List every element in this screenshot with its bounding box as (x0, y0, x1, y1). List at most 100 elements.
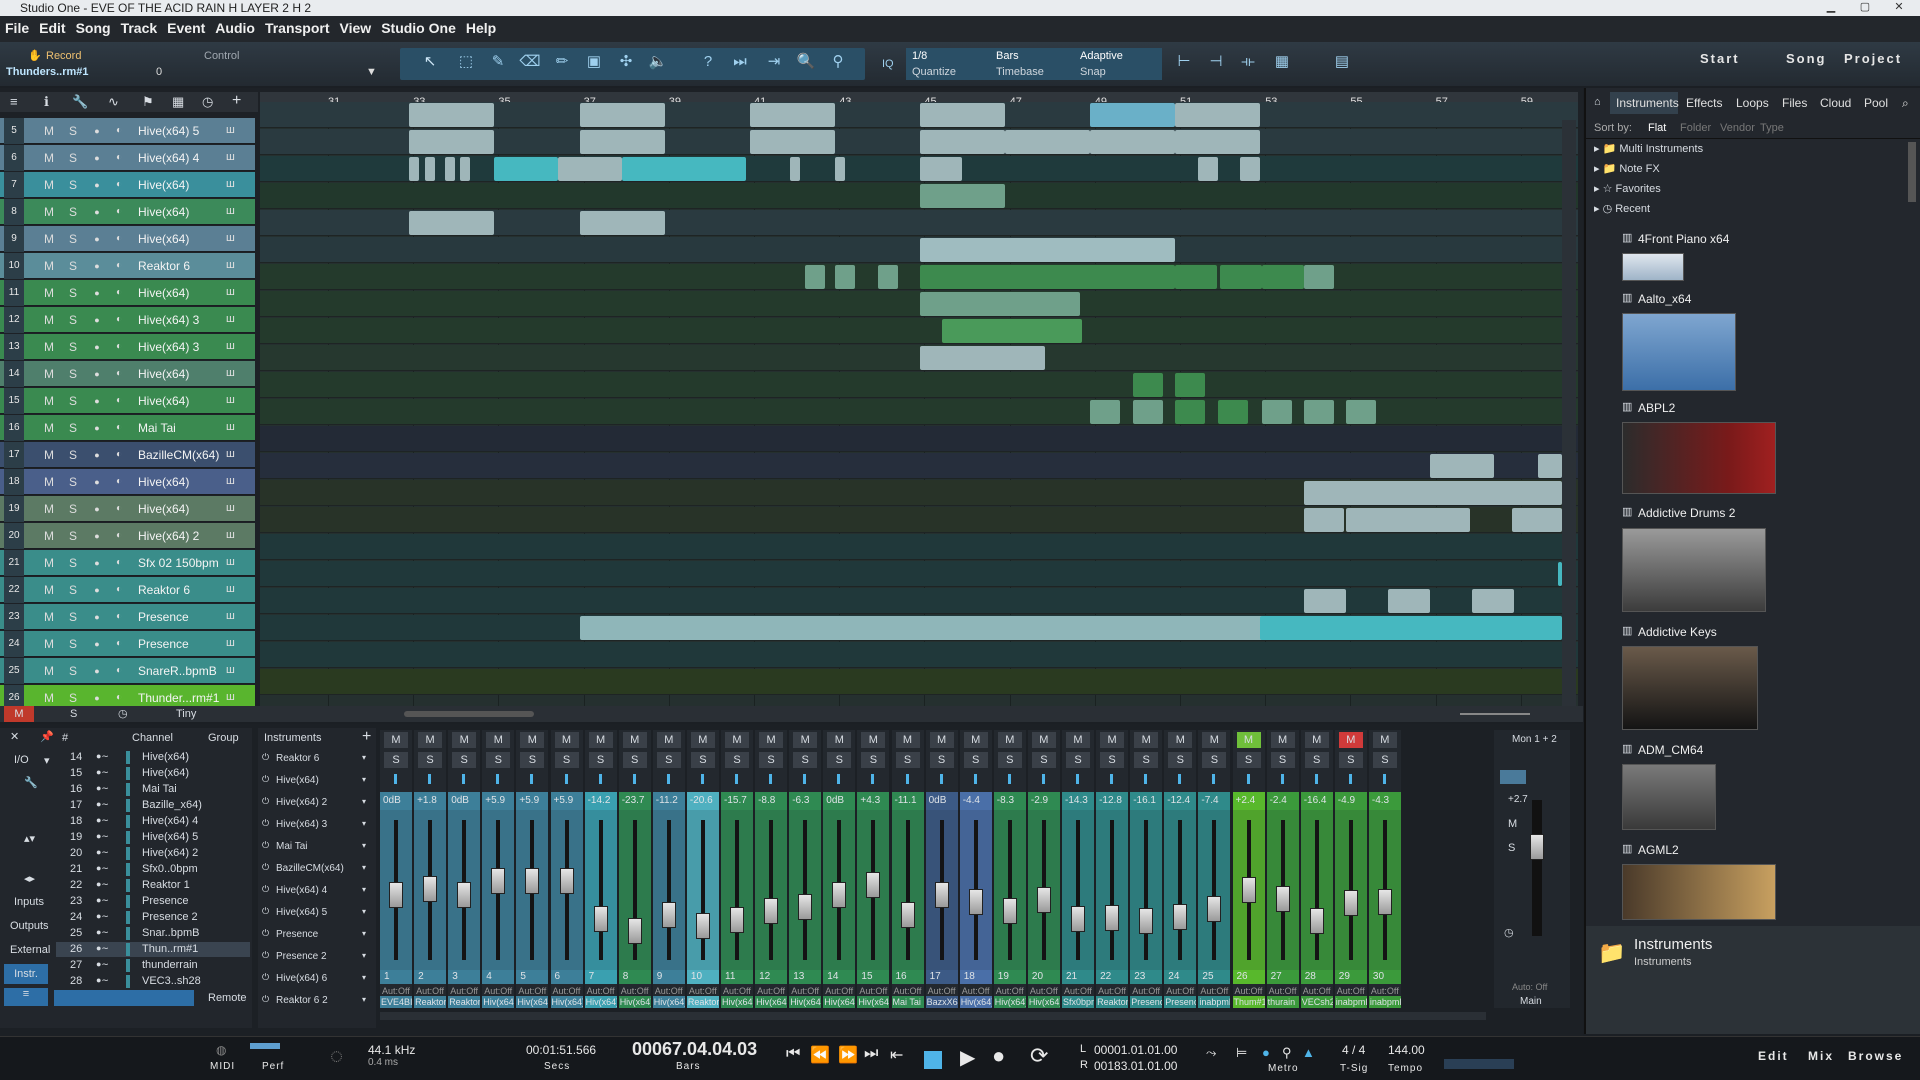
mute-button[interactable]: M (40, 662, 58, 680)
horizontal-scrollbar[interactable] (404, 711, 534, 717)
strip-solo-button[interactable]: S (1236, 752, 1261, 768)
event-clip[interactable] (920, 346, 1045, 370)
event-clip[interactable] (1133, 373, 1163, 397)
monitor-icon[interactable]: ◐ (110, 284, 128, 302)
record-arm-icon[interactable]: ● (88, 446, 106, 464)
solo-button[interactable]: S (64, 500, 82, 518)
instrument-agml2[interactable]: AGML2 (1638, 843, 1679, 857)
menu-audio[interactable]: Audio (210, 16, 260, 40)
channel-name[interactable]: Thun..rm#1 (142, 943, 198, 955)
channel-visibility-icon[interactable]: ●∼ (96, 799, 109, 810)
event-clip[interactable] (1262, 400, 1292, 424)
strip-mute-button[interactable]: M (520, 732, 545, 748)
record-arm-icon[interactable]: ● (88, 581, 106, 599)
volume-fader[interactable] (764, 898, 779, 924)
channel-visibility-icon[interactable]: ●∼ (96, 815, 109, 826)
solo-button[interactable]: S (64, 176, 82, 194)
snap-start-icon[interactable]: ⊢ (1172, 50, 1196, 74)
strip-automation[interactable]: Aut:Off (1371, 986, 1399, 996)
strip-solo-button[interactable]: S (963, 752, 988, 768)
menu-help[interactable]: Help (461, 16, 501, 40)
track-name[interactable]: Sfx 02 150bpm (138, 556, 219, 570)
monitor-icon[interactable]: ◐ (110, 122, 128, 140)
channel-name[interactable]: Bazille_x64) (142, 799, 202, 811)
monitor-icon[interactable] (1500, 770, 1526, 784)
record-arm-icon[interactable]: ● (88, 230, 106, 248)
close-icon[interactable]: ✕ (10, 730, 19, 743)
pan-knob[interactable] (1007, 774, 1011, 784)
channel-row[interactable]: 15 ●∼ Hive(x64) (56, 766, 250, 781)
snap-value[interactable]: Adaptive (1080, 50, 1123, 62)
event-clip[interactable] (580, 130, 665, 154)
track-name[interactable]: Hive(x64) (138, 232, 189, 246)
tab-pool[interactable]: Pool (1864, 96, 1888, 110)
channel-row[interactable]: 27 ●∼ thunderrain (56, 958, 250, 973)
solo-button[interactable]: S (64, 230, 82, 248)
channel-visibility-icon[interactable]: ●∼ (96, 783, 109, 794)
power-icon[interactable]: ⏻ (262, 994, 269, 1005)
volume-fader[interactable] (525, 868, 540, 894)
dropdown-icon[interactable]: ▼ (366, 66, 377, 78)
strip-solo-button[interactable]: S (1304, 752, 1329, 768)
volume-fader[interactable] (627, 918, 642, 944)
event-clip[interactable] (920, 238, 1175, 262)
track-name[interactable]: Hive(x64) (138, 394, 189, 408)
strip-automation[interactable]: Aut:Off (859, 986, 887, 996)
power-icon[interactable]: ⏻ (262, 796, 269, 807)
strip-mute-button[interactable]: M (554, 732, 579, 748)
track-lane[interactable] (260, 534, 1578, 560)
menu-event[interactable]: Event (162, 16, 210, 40)
event-clip[interactable] (1430, 454, 1494, 478)
solo-button[interactable]: S (64, 473, 82, 491)
automation-icon[interactable]: ∿ (108, 94, 119, 110)
strip-mute-button[interactable]: M (929, 732, 954, 748)
channel-row[interactable]: 16 ●∼ Mai Tai (56, 782, 250, 797)
event-clip[interactable] (920, 265, 1175, 289)
strip-solo-button[interactable]: S (452, 752, 477, 768)
strip-mute-button[interactable]: M (418, 732, 443, 748)
view-mix[interactable]: Mix (1808, 1049, 1834, 1063)
folder-favorites[interactable]: ▸ ☆ Favorites (1594, 182, 1661, 195)
mute-button[interactable]: M (40, 257, 58, 275)
instrument-aalto[interactable]: Aalto_x64 (1638, 292, 1691, 306)
main-fader[interactable] (1530, 834, 1544, 860)
record-arm-icon[interactable]: ● (88, 176, 106, 194)
monitor-icon[interactable]: ◐ (110, 365, 128, 383)
track-name[interactable]: Hive(x64) (138, 205, 189, 219)
metro-mode-icon[interactable]: ▲ (1302, 1045, 1315, 1060)
track-name[interactable]: Hive(x64) 3 (138, 340, 199, 354)
pan-knob[interactable] (428, 774, 432, 784)
power-icon[interactable]: ⏻ (262, 818, 269, 829)
volume-fader[interactable] (900, 902, 915, 928)
volume-fader[interactable] (1343, 890, 1358, 916)
strip-volume-db[interactable]: +1.8 (417, 795, 437, 806)
event-clip[interactable] (1472, 589, 1514, 613)
event-clip[interactable] (1090, 400, 1120, 424)
pan-knob[interactable] (1314, 774, 1318, 784)
strip-automation[interactable]: Aut:Off (1132, 986, 1160, 996)
track-lane[interactable] (260, 345, 1578, 371)
monitor-icon[interactable]: ◐ (110, 419, 128, 437)
event-clip[interactable] (1198, 157, 1218, 181)
pan-knob[interactable] (871, 774, 875, 784)
instrument-slot[interactable]: ⏻ Hive(x64) 4 ▾ (260, 882, 374, 900)
global-mute-button[interactable]: M (4, 706, 34, 722)
tab-files[interactable]: Files (1782, 96, 1807, 110)
strip-volume-db[interactable]: 0dB (929, 795, 947, 806)
sort-folder[interactable]: Folder (1680, 122, 1711, 134)
event-clip[interactable] (460, 157, 470, 181)
chevron-down-icon[interactable]: ▾ (362, 885, 366, 894)
chevron-down-icon[interactable]: ▾ (362, 907, 366, 916)
event-clip[interactable] (835, 157, 845, 181)
strip-automation[interactable]: Aut:Off (1030, 986, 1058, 996)
volume-fader[interactable] (593, 906, 608, 932)
menu-file[interactable]: File (0, 16, 34, 40)
solo-button[interactable]: S (64, 581, 82, 599)
end-icon[interactable]: ⏭ (864, 1045, 878, 1063)
strip-volume-db[interactable]: +5.9 (485, 795, 505, 806)
strip-automation[interactable]: Aut:Off (1166, 986, 1194, 996)
sync-icon[interactable]: ◌ (330, 1043, 343, 1069)
volume-fader[interactable] (1241, 877, 1256, 903)
mute-button[interactable]: M (40, 554, 58, 572)
strip-automation[interactable]: Aut:Off (518, 986, 546, 996)
